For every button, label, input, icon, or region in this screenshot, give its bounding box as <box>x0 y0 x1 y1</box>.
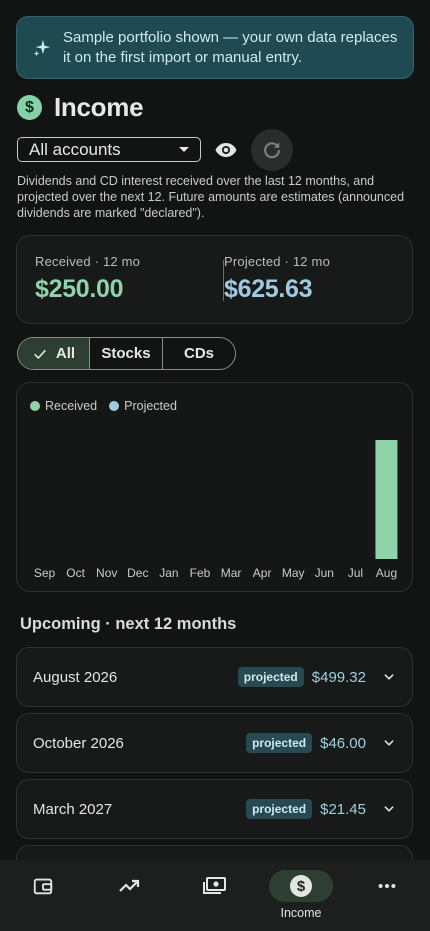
x-tick-label: Dec <box>127 566 148 580</box>
nav-more-pill <box>355 870 419 902</box>
nav-cash[interactable] <box>172 860 258 931</box>
chevron-down-icon[interactable] <box>382 670 396 684</box>
x-tick-label: Sep <box>34 566 56 580</box>
sparkle-icon <box>33 39 51 56</box>
upcoming-title: Upcoming · next 12 months <box>20 615 237 633</box>
upcoming-row[interactable]: August 2026 projected $499.32 <box>16 647 413 707</box>
nav-income-pill: $ <box>269 870 333 902</box>
upcoming-row-month: October 2026 <box>33 734 124 752</box>
filter-all-label: All <box>55 345 76 362</box>
visibility-toggle-button[interactable] <box>213 137 239 163</box>
projected-summary: Projected · 12 mo $625.63 <box>224 254 330 304</box>
nav-income-label: Income <box>280 906 322 920</box>
nav-more[interactable] <box>344 860 430 931</box>
chevron-down-icon[interactable] <box>382 736 396 750</box>
trending-up-icon <box>119 879 140 892</box>
x-tick-label: Aug <box>376 566 397 580</box>
check-icon <box>34 349 46 359</box>
nav-accounts-pill <box>11 870 75 902</box>
income-type-filter: All Stocks CDs <box>17 337 236 370</box>
x-tick-label: Feb <box>190 566 211 580</box>
projected-value: $625.63 <box>224 275 313 303</box>
cash-icon <box>203 877 226 894</box>
nav-cash-pill <box>183 870 247 902</box>
income-bar-chart: Sep Oct Nov Dec Jan Feb Mar Apr May Jun Jul Aug <box>34 440 398 580</box>
sample-data-banner: Sample portfolio shown — your own data r… <box>16 16 414 79</box>
x-tick-label: Oct <box>66 566 85 580</box>
x-tick-label: Nov <box>96 566 117 580</box>
bottom-navigation: $ Income <box>0 860 430 931</box>
page-description: Dividends and CD interest received over … <box>17 174 405 220</box>
x-tick-label: Jan <box>159 566 178 580</box>
account-select-value: All accounts <box>29 139 121 159</box>
x-tick-label: Mar <box>221 566 242 580</box>
x-tick-label: Jul <box>348 566 363 580</box>
projected-label: Projected · 12 mo <box>224 254 331 269</box>
status-badge: projected <box>246 733 313 753</box>
filter-all[interactable]: All <box>18 338 90 369</box>
chevron-down-icon[interactable] <box>382 802 396 816</box>
received-summary: Received · 12 mo $250.00 <box>35 254 140 304</box>
x-tick-label: Jun <box>315 566 334 580</box>
summary-card: Received · 12 mo $250.00 Projected · 12 … <box>16 235 413 324</box>
upcoming-row[interactable]: March 2027 projected $21.45 <box>16 779 413 839</box>
x-tick-label: May <box>282 566 305 580</box>
more-icon <box>378 883 396 889</box>
upcoming-row-amount: $499.32 <box>311 668 366 686</box>
received-value: $250.00 <box>35 275 124 303</box>
filter-cds-label: CDs <box>183 345 214 362</box>
nav-performance[interactable] <box>86 860 172 931</box>
nav-performance-pill <box>97 870 161 902</box>
upcoming-row-month: August 2026 <box>33 668 118 686</box>
page-title: Income <box>54 92 144 122</box>
refresh-button[interactable] <box>251 129 293 171</box>
status-badge: projected <box>237 667 304 687</box>
received-label: Received · 12 mo <box>35 254 141 269</box>
upcoming-row-month: March 2027 <box>33 800 113 818</box>
chevron-down-icon <box>179 147 189 152</box>
nav-income[interactable]: $ Income <box>258 860 344 931</box>
refresh-icon <box>264 142 280 159</box>
filter-stocks-label: Stocks <box>101 345 151 362</box>
dollar-icon: $ <box>17 95 42 120</box>
banner-text: Sample portfolio shown — your own data r… <box>63 28 398 66</box>
page-header: $ Income <box>17 92 144 123</box>
x-tick-label: Apr <box>253 566 272 580</box>
nav-accounts[interactable] <box>0 860 86 931</box>
bar-received-aug <box>375 440 398 559</box>
account-select[interactable]: All accounts <box>17 137 201 162</box>
income-chart-card: Received Projected Sep Oct Nov Dec Jan Feb Mar… <box>16 382 413 592</box>
eye-icon <box>215 143 237 157</box>
filter-cds[interactable]: CDs <box>163 338 235 369</box>
dollar-icon: $ <box>290 875 312 897</box>
upcoming-row[interactable]: October 2026 projected $46.00 <box>16 713 413 773</box>
wallet-icon <box>33 878 53 895</box>
upcoming-row-amount: $46.00 <box>320 734 366 752</box>
upcoming-row-amount: $21.45 <box>320 800 366 818</box>
status-badge: projected <box>246 799 313 819</box>
filter-stocks[interactable]: Stocks <box>90 338 163 369</box>
